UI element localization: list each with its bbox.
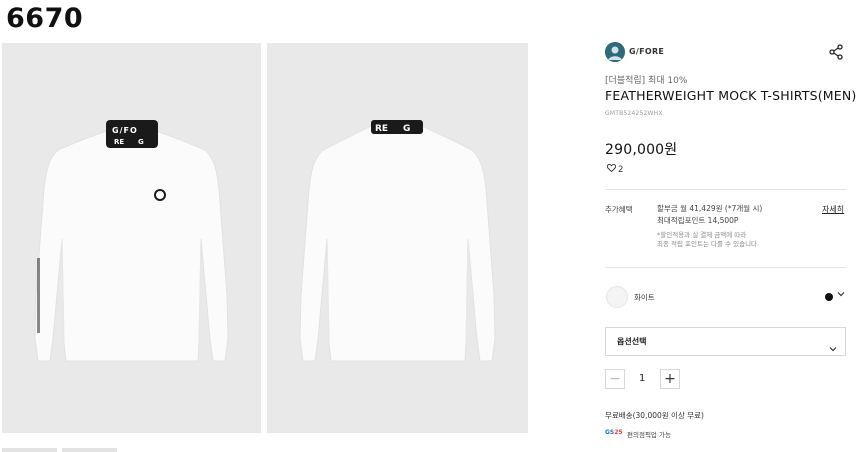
like-button[interactable]: 2 [606, 163, 624, 175]
option-select[interactable]: 옵션선택 [605, 327, 846, 356]
benefit-label: 추가혜택 [605, 205, 633, 214]
points-note-2: 최종 적립 포인트는 다를 수 있습니다. [657, 240, 760, 248]
brand-name[interactable]: G/FORE [629, 47, 664, 56]
shirt-front-illustration: G/FO RE G [34, 120, 229, 362]
color-chevron-down-icon[interactable] [837, 290, 845, 300]
svg-text:RE: RE [375, 124, 388, 134]
divider-2 [605, 267, 846, 268]
svg-text:G: G [138, 138, 144, 146]
svg-text:G: G [403, 124, 410, 134]
like-count: 2 [618, 164, 624, 175]
divider-1 [605, 189, 846, 190]
option-select-label: 옵션선택 [617, 337, 647, 346]
gs-pickup-text: 편의점픽업 가능 [627, 431, 671, 439]
share-icon[interactable] [828, 44, 844, 60]
color-dot-black[interactable] [825, 293, 833, 301]
svg-text:RE: RE [114, 138, 124, 146]
max-points-text: 최대적립포인트 14,500P [657, 216, 739, 225]
installment-text: 할부금 월 41,429원 (*7개월 시) [657, 204, 763, 213]
gs25-logo: GS25 [605, 429, 623, 436]
select-chevron-down-icon [829, 338, 837, 357]
color-swatch-white[interactable] [606, 286, 628, 308]
heart-icon [606, 163, 617, 175]
product-title: FEATHERWEIGHT MOCK T-SHIRTS(MEN) [605, 88, 857, 103]
product-image-back[interactable]: RE G [267, 43, 528, 433]
quantity-value[interactable]: 1 [639, 373, 645, 384]
shipping-text: 무료배송(30,000원 이상 무료) [605, 411, 704, 420]
corner-label: 6670 [6, 3, 84, 34]
benefit-detail-link[interactable]: 자세히 [822, 204, 844, 215]
thumbnail-2[interactable] [62, 448, 117, 452]
product-image-front[interactable]: G/FO RE G [2, 43, 261, 433]
sleeve-print [37, 258, 40, 333]
product-code: GMTB524252WHX [605, 110, 663, 117]
brand-avatar-icon[interactable] [605, 42, 625, 62]
quantity-minus-button[interactable]: − [605, 369, 625, 389]
quantity-plus-button[interactable]: + [660, 369, 680, 389]
color-name: 화이트 [634, 293, 655, 302]
svg-text:G/FO: G/FO [112, 126, 138, 135]
product-price: 290,000원 [605, 142, 678, 158]
promo-text: [더블적립] 최대 10% [605, 76, 688, 86]
thumbnail-1[interactable] [2, 448, 57, 452]
chest-logo [154, 189, 166, 201]
shirt-back-illustration: RE G [299, 120, 496, 362]
